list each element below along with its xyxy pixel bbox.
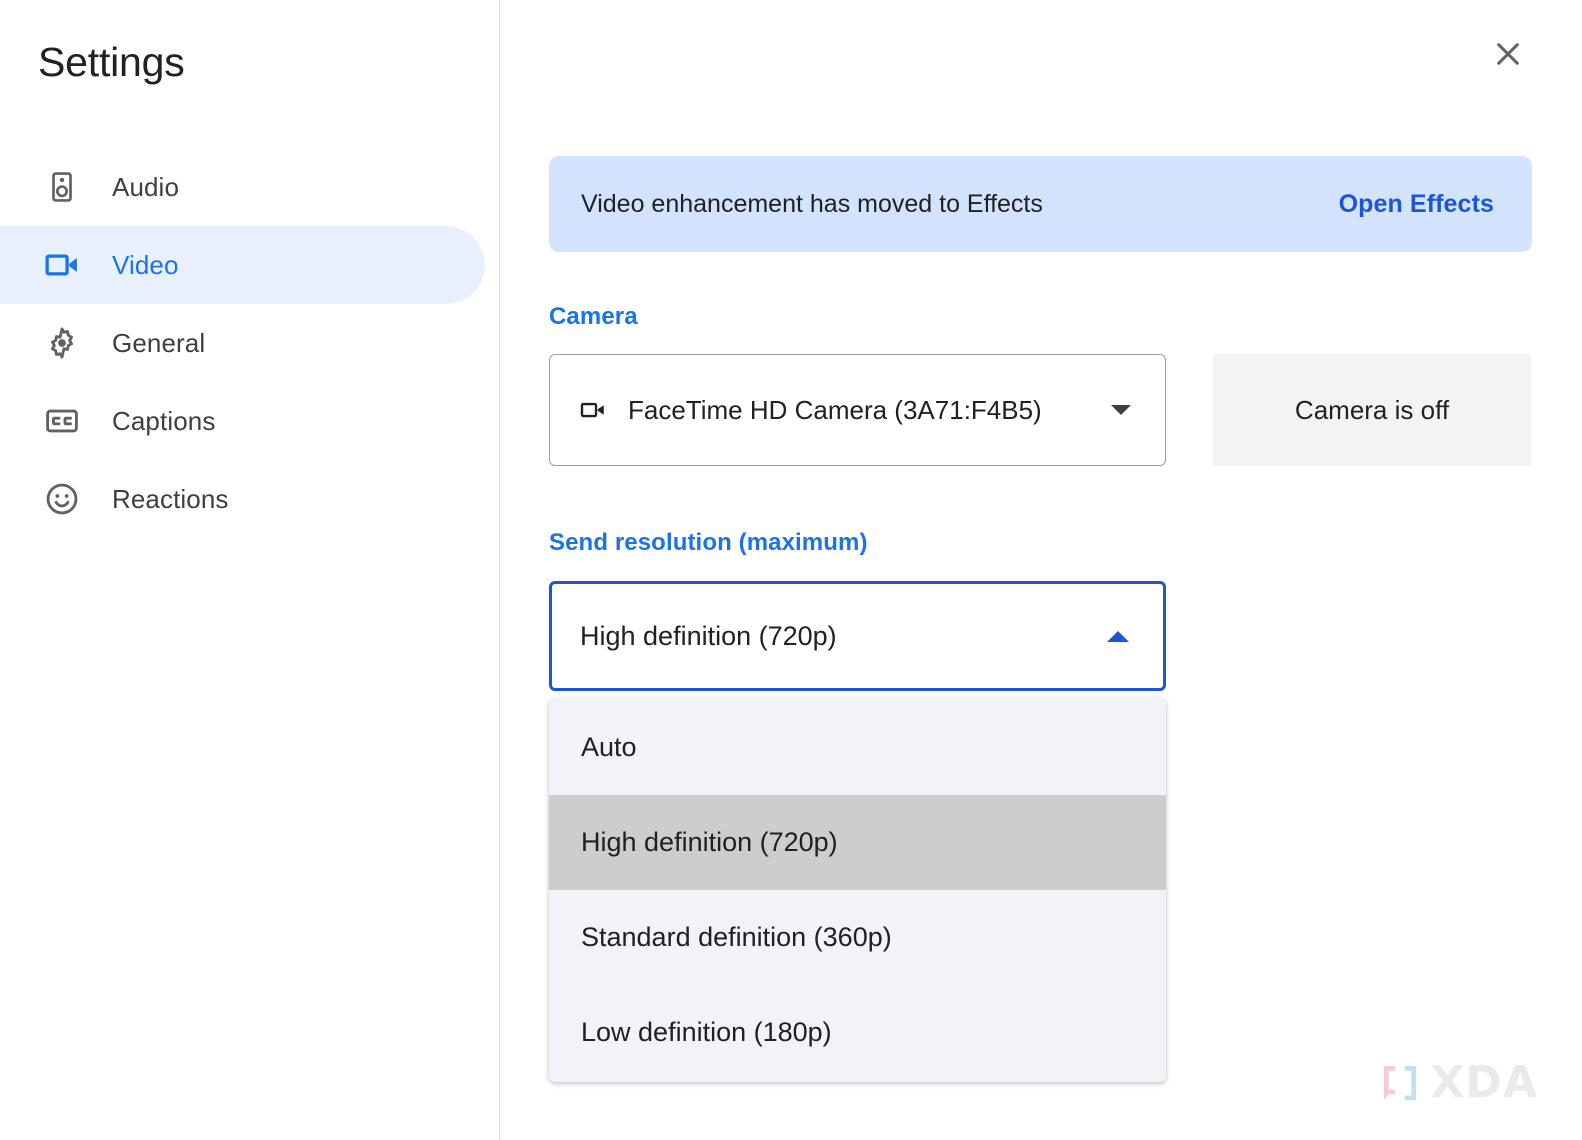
- gear-icon: [42, 323, 82, 363]
- speaker-icon: [42, 167, 82, 207]
- smiley-icon: [42, 479, 82, 519]
- sidebar-item-audio[interactable]: Audio: [0, 148, 485, 226]
- xda-watermark-text: XDA: [1430, 1057, 1538, 1108]
- sidebar-nav: Audio Video General Captions Reactions: [0, 148, 500, 538]
- close-button[interactable]: [1482, 30, 1534, 82]
- chevron-up-icon: [1107, 630, 1129, 642]
- dropdown-option-ld-180p[interactable]: Low definition (180p): [549, 985, 1166, 1080]
- dropdown-option-hd-720p[interactable]: High definition (720p): [549, 795, 1166, 890]
- sidebar-item-label: General: [112, 327, 206, 358]
- dropdown-option-auto[interactable]: Auto: [549, 700, 1166, 795]
- sidebar-item-reactions[interactable]: Reactions: [0, 460, 485, 538]
- sidebar-item-label: Video: [112, 249, 179, 280]
- main-panel: Video enhancement has moved to Effects O…: [500, 0, 1582, 1140]
- sidebar: Settings Audio Video General Captions Re…: [0, 0, 500, 1140]
- chevron-down-icon: [1111, 405, 1131, 415]
- send-resolution-section-label: Send resolution (maximum): [549, 529, 868, 556]
- sidebar-item-captions[interactable]: Captions: [0, 382, 485, 460]
- effects-banner: Video enhancement has moved to Effects O…: [549, 156, 1532, 252]
- send-resolution-dropdown: Auto High definition (720p) Standard def…: [549, 698, 1166, 1082]
- banner-message: Video enhancement has moved to Effects: [581, 189, 1043, 218]
- settings-dialog: Settings Audio Video General Captions Re…: [0, 0, 1582, 1140]
- xda-logo-icon: [1378, 1061, 1422, 1105]
- sidebar-item-label: Captions: [112, 405, 216, 436]
- sidebar-item-video[interactable]: Video: [0, 226, 485, 304]
- page-title: Settings: [38, 39, 185, 85]
- xda-watermark: XDA: [1378, 1057, 1539, 1108]
- camera-status-text: Camera is off: [1294, 394, 1450, 425]
- open-effects-link[interactable]: Open Effects: [1339, 190, 1494, 219]
- camera-device-value: FaceTime HD Camera (3A71:F4B5): [628, 394, 1042, 425]
- camera-preview: Camera is off: [1213, 354, 1531, 466]
- close-icon: [1491, 37, 1525, 76]
- sidebar-item-label: Audio: [112, 171, 179, 202]
- sidebar-item-general[interactable]: General: [0, 304, 485, 382]
- send-resolution-value: High definition (720p): [580, 620, 837, 651]
- dropdown-option-sd-360p[interactable]: Standard definition (360p): [549, 890, 1166, 985]
- camera-device-select[interactable]: FaceTime HD Camera (3A71:F4B5): [549, 354, 1166, 466]
- sidebar-item-label: Reactions: [112, 483, 229, 514]
- videocam-icon: [42, 245, 82, 285]
- camera-section-label: Camera: [549, 303, 638, 330]
- closed-caption-icon: [42, 401, 82, 441]
- videocam-icon: [578, 395, 608, 425]
- send-resolution-select[interactable]: High definition (720p): [549, 581, 1166, 691]
